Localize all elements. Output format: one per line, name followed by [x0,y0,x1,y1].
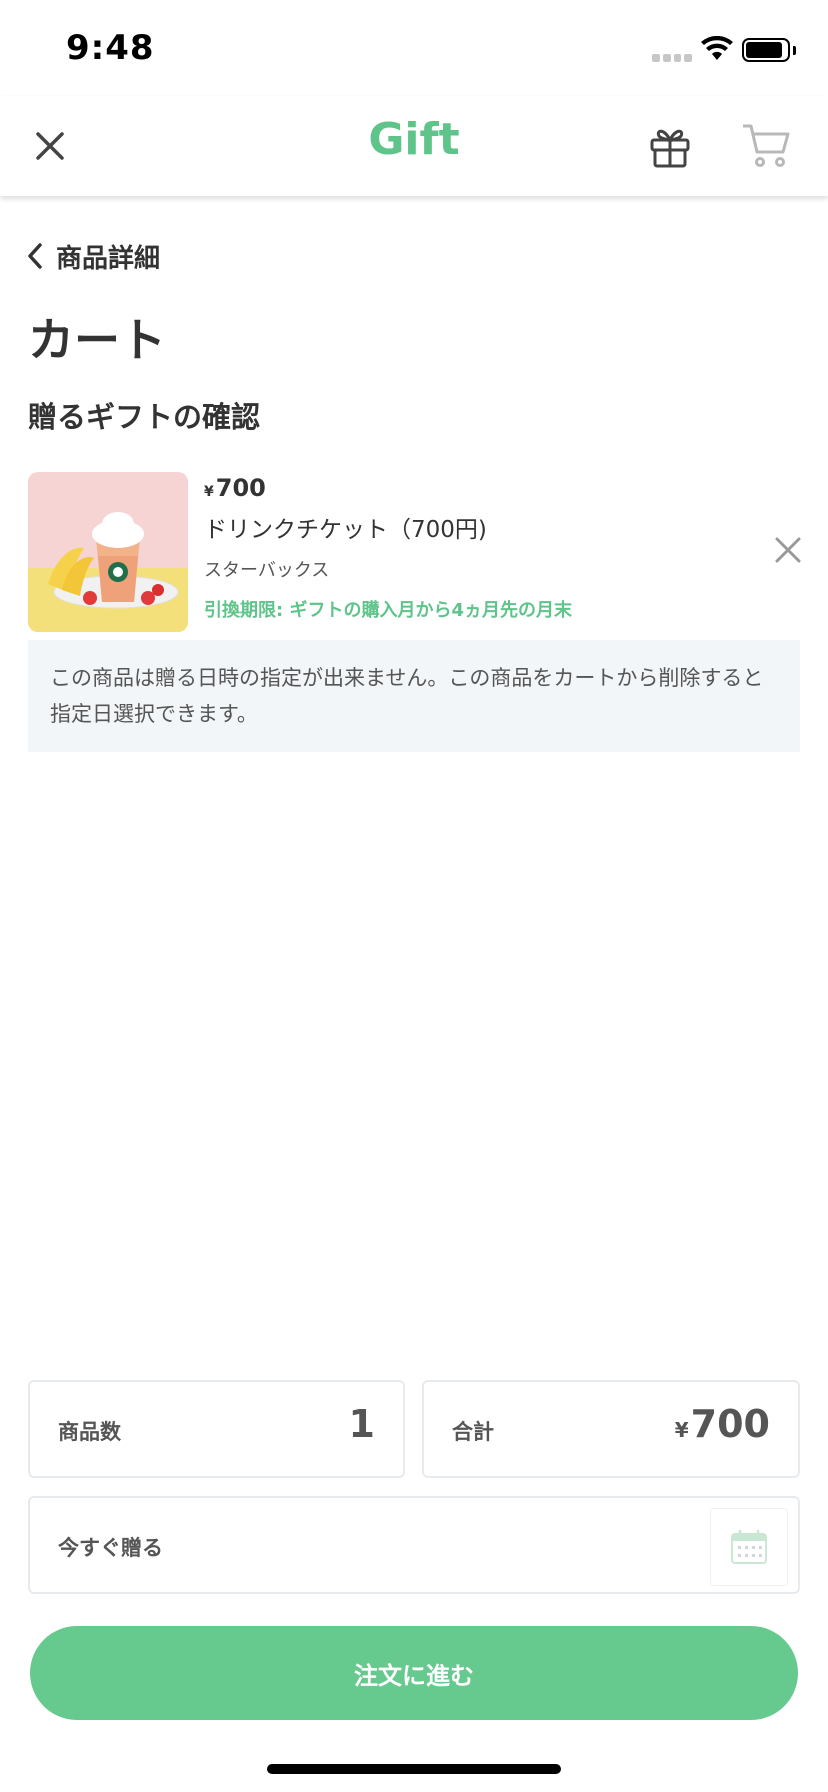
section-title: 贈るギフトの確認 [28,400,261,434]
back-link[interactable]: 商品詳細 [26,236,160,276]
total-currency: ¥ [674,1418,689,1442]
item-count-box: 商品数 1 [28,1380,405,1478]
status-bar: 9:48 [0,0,828,96]
total-value: ¥700 [675,1402,770,1446]
item-count-label: 商品数 [58,1420,121,1444]
product-name: ドリンクチケット（700円) [204,517,487,543]
product-brand: スターバックス [204,560,330,581]
total-box: 合計 ¥700 [422,1380,800,1478]
app-logo: Gift [368,114,460,165]
home-indicator [267,1764,561,1774]
close-icon[interactable] [30,126,70,166]
send-timing-label: 今すぐ贈る [58,1536,163,1560]
gift-icon[interactable] [646,122,694,170]
remove-icon[interactable] [772,534,804,566]
page-title: カート [28,313,166,367]
cart-icon[interactable] [740,120,792,170]
send-timing-row[interactable]: 今すぐ贈る [28,1496,800,1594]
calendar-button[interactable] [710,1508,788,1586]
currency-symbol: ¥ [204,484,214,500]
calendar-icon [731,1529,767,1564]
total-amount: 700 [690,1402,770,1446]
total-label: 合計 [452,1420,494,1444]
delivery-notice: この商品は贈る日時の指定が出来ません。この商品をカートから削除すると指定日選択で… [28,640,800,752]
product-price: ¥700 [204,474,266,502]
product-image [28,472,188,632]
battery-icon [742,38,790,62]
battery-cap [793,46,796,55]
nav-bar: Gift [0,96,828,196]
product-expiry: 引換期限: ギフトの購入月から4ヵ月先の月末 [204,600,572,621]
price-value: 700 [215,474,266,502]
item-count-value: 1 [348,1402,375,1446]
proceed-to-order-button[interactable]: 注文に進む [30,1626,798,1720]
cellular-signal-icon [652,54,692,62]
back-label: 商品詳細 [56,243,161,274]
chevron-left-icon [28,243,42,269]
wifi-icon [701,36,733,60]
status-time: 9:48 [66,28,155,68]
cart-item: ¥700 ドリンクチケット（700円) スターバックス 引換期限: ギフトの購入… [28,472,801,632]
